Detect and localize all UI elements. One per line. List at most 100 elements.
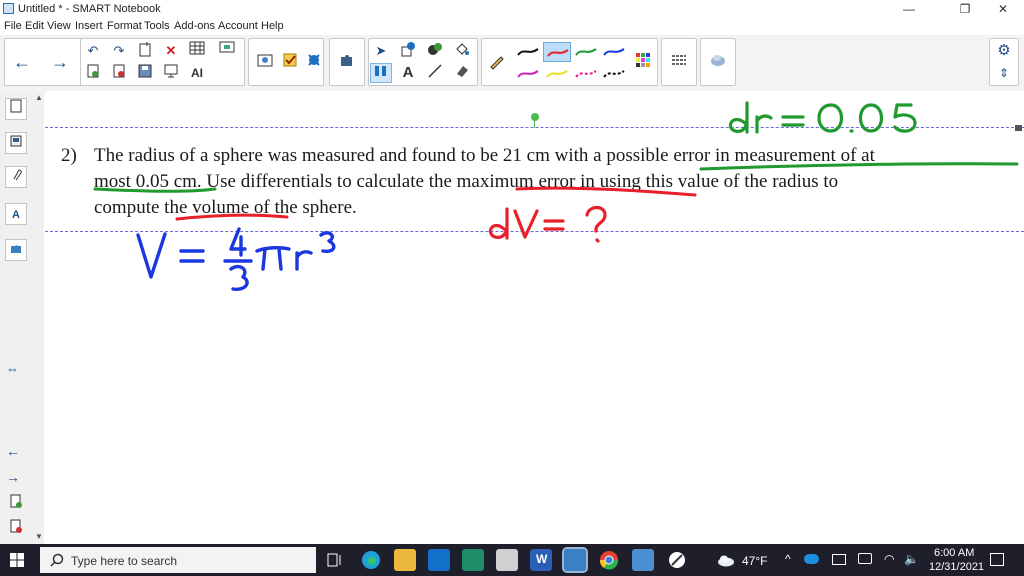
pen-pink-dotted[interactable] [572, 64, 600, 84]
line-style-icon[interactable] [668, 52, 690, 72]
shape-tool-icon[interactable] [397, 41, 419, 61]
sidebar-next-page-icon[interactable]: → [6, 469, 20, 485]
page-add-icon[interactable] [5, 494, 27, 516]
delete-icon[interactable]: ✕ [160, 41, 182, 61]
gallery-icon[interactable] [5, 132, 27, 154]
underline-volume [175, 213, 289, 221]
clock-date[interactable]: 12/31/2021 [929, 561, 984, 573]
select-all-icon[interactable] [370, 63, 392, 83]
next-page-button[interactable]: → [49, 52, 71, 72]
close-button[interactable]: ✕ [980, 0, 1024, 18]
properties-icon[interactable]: A [5, 203, 27, 225]
scroll-down-icon[interactable]: ▼ [35, 532, 43, 541]
app-window-icon[interactable] [632, 549, 654, 571]
display-screen-icon[interactable] [160, 63, 182, 83]
pen-black[interactable] [514, 42, 542, 62]
pen-tool-icon[interactable] [486, 52, 508, 72]
snipping-tool-icon[interactable] [666, 549, 688, 571]
file-explorer-icon[interactable] [394, 549, 416, 571]
onedrive-icon[interactable] [804, 554, 819, 564]
battery-icon[interactable] [858, 553, 872, 564]
add-ons-icon[interactable] [5, 239, 27, 261]
ai-icon[interactable]: AI [186, 63, 208, 83]
pen-blue[interactable] [600, 42, 628, 62]
windows-start-icon[interactable] [10, 553, 24, 567]
minimize-button[interactable]: — [886, 0, 932, 18]
smart-notebook-taskbar-icon[interactable] [562, 547, 588, 573]
scroll-up-icon[interactable]: ▲ [35, 93, 43, 102]
redo-icon[interactable]: ↷ [108, 41, 130, 61]
move-toolbar-icon[interactable]: ⇕ [993, 63, 1015, 83]
checkbox-tool-icon[interactable] [279, 52, 301, 72]
pen-red-selected[interactable] [543, 42, 571, 62]
pen-magenta[interactable] [514, 64, 542, 84]
document-icon[interactable] [496, 549, 518, 571]
ink-annotations[interactable] [45, 91, 1024, 544]
vertical-scrollbar[interactable]: ▲ ▼ [33, 91, 44, 544]
pen-color-grid-icon[interactable] [632, 52, 654, 72]
resize-sidebar-icon[interactable]: ⇔ [6, 361, 19, 376]
search-placeholder: Type here to search [71, 554, 178, 568]
select-tool-icon[interactable]: ➤ [370, 41, 392, 61]
taskbar: Type here to search W 47°F ^ ◠ 🔈 6:00 AM… [0, 544, 1024, 576]
page-remove-icon[interactable] [5, 519, 27, 541]
attachments-icon[interactable] [5, 166, 27, 188]
table-icon[interactable] [186, 41, 208, 61]
screen-capture-icon[interactable] [216, 41, 238, 61]
line-tool-icon[interactable] [424, 63, 446, 83]
outlook-icon[interactable] [428, 549, 450, 571]
pen-green[interactable] [572, 42, 600, 62]
volume-icon[interactable]: 🔈 [904, 552, 919, 566]
add-page-icon[interactable] [134, 41, 156, 61]
edge-icon[interactable] [360, 549, 382, 571]
menu-help[interactable]: Help [261, 20, 284, 32]
network-icon[interactable] [832, 554, 846, 565]
taskbar-search[interactable]: Type here to search [40, 547, 316, 573]
chrome-icon[interactable] [598, 549, 620, 571]
page-sorter-icon[interactable] [5, 98, 27, 120]
notebook-page[interactable]: 2) The radius of a sphere was measured a… [45, 91, 1024, 544]
math-tools-icon[interactable] [303, 52, 325, 72]
menu-format[interactable]: Format [107, 20, 142, 32]
page-delete-icon[interactable] [108, 63, 130, 83]
puzzle-icon[interactable] [336, 52, 358, 72]
edit-group: ↶ ↷ ✕ AI [80, 38, 245, 86]
handwriting-dv [488, 205, 607, 243]
sidebar: A ⇔ ← → [0, 91, 34, 544]
text-tool-icon[interactable]: A [397, 63, 419, 83]
pen-black-dotted[interactable] [600, 64, 628, 84]
underline-possible-error [699, 162, 1019, 171]
task-view-icon[interactable] [324, 549, 346, 571]
save-icon[interactable] [134, 63, 156, 83]
pen-yellow[interactable] [543, 64, 571, 84]
menu-add-ons[interactable]: Add-ons [174, 20, 215, 32]
smart-notebook-icon [3, 3, 14, 14]
notifications-icon[interactable] [990, 553, 1004, 566]
weather-temperature: 47°F [742, 554, 768, 568]
clock-time[interactable]: 6:00 AM [934, 547, 974, 559]
tray-expand-icon[interactable]: ^ [785, 552, 791, 566]
undo-icon[interactable]: ↶ [82, 41, 104, 61]
menu-insert[interactable]: Insert [75, 20, 103, 32]
eraser-icon[interactable] [451, 63, 473, 83]
menu-view[interactable]: View [47, 20, 71, 32]
sidebar-prev-page-icon[interactable]: ← [6, 443, 20, 459]
store-icon[interactable] [462, 549, 484, 571]
word-icon[interactable]: W [530, 549, 552, 571]
menu-bar: File Edit View Insert Format Tools Add-o… [0, 18, 1024, 35]
tools-group: ➤ A [368, 38, 478, 86]
menu-account[interactable]: Account [218, 20, 258, 32]
menu-file[interactable]: File [4, 20, 22, 32]
fill-shapes-icon[interactable] [424, 41, 446, 61]
open-file-icon[interactable] [82, 63, 104, 83]
document-camera-icon[interactable] [255, 52, 277, 72]
cloud-icon[interactable] [707, 52, 729, 72]
wifi-icon[interactable]: ◠ [884, 552, 894, 566]
weather-icon[interactable] [716, 553, 736, 567]
fill-bucket-icon[interactable] [451, 41, 473, 61]
previous-page-button[interactable]: ← [11, 52, 33, 72]
window-title: Untitled * - SMART Notebook [18, 3, 161, 15]
menu-tools[interactable]: Tools [144, 20, 170, 32]
menu-edit[interactable]: Edit [25, 20, 44, 32]
gear-icon[interactable]: ⚙ [993, 41, 1015, 61]
